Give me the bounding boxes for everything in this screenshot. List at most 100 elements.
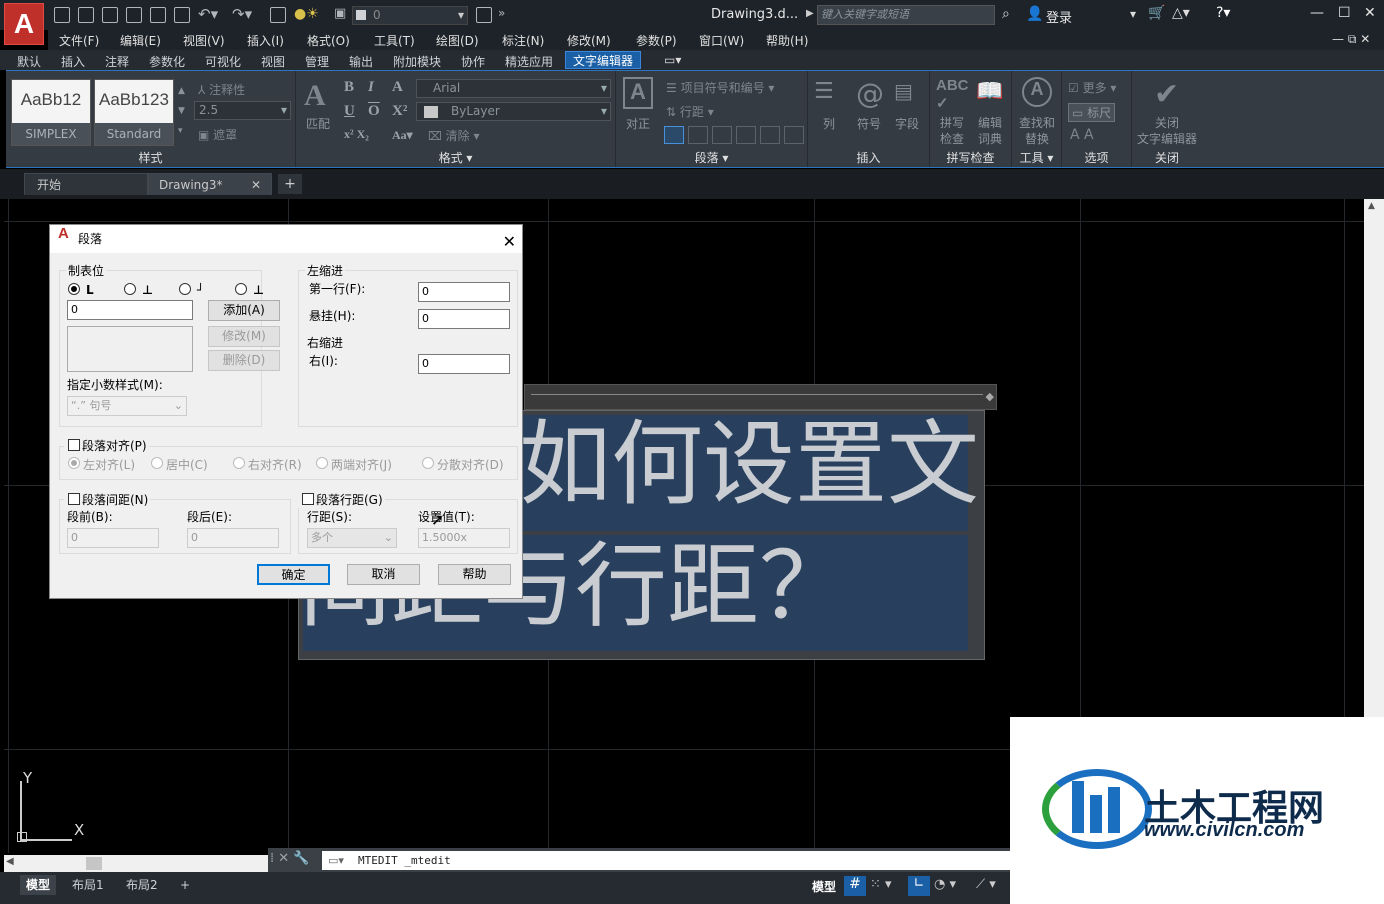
undo-icon[interactable]: ↶▾ <box>198 5 218 23</box>
tab-annotate[interactable]: 注释 <box>105 53 129 70</box>
delete-tab-button[interactable]: 删除(D) <box>208 350 280 371</box>
scroll-up-icon[interactable]: ▲ <box>1368 201 1375 211</box>
after-input[interactable]: 0 <box>187 528 279 548</box>
open-icon[interactable] <box>54 7 70 23</box>
align-distribute-icon[interactable] <box>760 126 780 144</box>
save-icon[interactable] <box>78 7 94 23</box>
tab-manage[interactable]: 管理 <box>305 53 329 70</box>
tab-parametric[interactable]: 参数化 <box>149 53 185 70</box>
layout-tab-model[interactable]: 模型 <box>20 875 57 895</box>
app-menu-button[interactable]: A <box>4 3 44 45</box>
login-dropdown-icon[interactable]: ▾ <box>1130 7 1136 21</box>
lock-icon[interactable]: ▣ <box>334 6 346 21</box>
line-spacing-button[interactable]: ⇅ 行距 ▾ <box>666 103 714 120</box>
spacing-checkbox[interactable] <box>68 493 80 505</box>
menu-tools[interactable]: 工具(T) <box>374 32 415 49</box>
minimize-icon[interactable]: — <box>1310 5 1324 21</box>
bold-icon[interactable]: B <box>344 79 354 96</box>
maximize-icon[interactable]: ☐ <box>1338 5 1351 21</box>
superscript-icon[interactable]: X² <box>392 103 407 120</box>
tab-position-input[interactable]: 0 <box>67 300 193 320</box>
redo-icon[interactable]: ↷▾ <box>232 5 252 23</box>
decimal-style-select[interactable]: “.” 句号 ⌄ <box>67 396 187 416</box>
tab-visualize[interactable]: 可视化 <box>205 53 241 70</box>
align-justify-radio[interactable] <box>316 457 328 469</box>
binoculars-icon[interactable]: ⌕ <box>1002 6 1010 22</box>
tab-start[interactable]: 开始 <box>24 173 148 195</box>
tools-panel-title[interactable]: 工具 ▾ <box>1012 150 1061 166</box>
export-icon[interactable] <box>150 7 166 23</box>
tab-addins[interactable]: 附加模块 <box>393 53 441 70</box>
first-line-input[interactable]: 0 <box>418 282 510 302</box>
right-indent-input[interactable]: 0 <box>418 354 510 374</box>
horizontal-scrollbar[interactable]: ◀ <box>4 855 268 872</box>
menu-parametric[interactable]: 参数(P) <box>636 32 677 49</box>
underline-icon[interactable]: U <box>344 103 355 120</box>
tab-text-editor[interactable]: 文字编辑器 <box>565 51 642 69</box>
menu-help[interactable]: 帮助(H) <box>766 32 808 49</box>
columns-icon[interactable]: ☰ <box>814 79 844 111</box>
tab-list[interactable] <box>67 326 193 372</box>
command-grip-icon[interactable]: ⁞ ✕ 🔧 <box>270 851 309 866</box>
menu-insert[interactable]: 插入(I) <box>247 32 284 49</box>
snap-icon[interactable]: ⁙ ▾ <box>870 877 892 892</box>
tab-right-radio[interactable] <box>179 283 191 295</box>
add-tab-button[interactable]: 添加(A) <box>208 300 280 321</box>
layout-tab-2[interactable]: 布局2 <box>120 875 164 895</box>
style-standard[interactable]: AaBb123 Standard <box>94 79 174 146</box>
spell-check-icon[interactable]: ABC ✓ <box>936 77 969 112</box>
italic-icon[interactable]: I <box>368 79 374 96</box>
ruler-handle-icon[interactable]: ◆ <box>986 390 994 403</box>
layer-properties-icon[interactable] <box>476 7 492 23</box>
align-left-icon[interactable] <box>664 126 684 144</box>
tab-collaborate[interactable]: 协作 <box>461 53 485 70</box>
add-layout-icon[interactable]: + <box>174 875 196 895</box>
at-input[interactable]: 1.5000x <box>418 528 510 548</box>
font-combo[interactable]: Arial <box>416 79 611 98</box>
isodraft-icon[interactable]: ⟋ ▾ <box>976 877 996 892</box>
dialog-titlebar[interactable]: A 段落 ✕ <box>50 225 522 253</box>
tab-drawing3[interactable]: Drawing3* ✕ <box>148 173 272 195</box>
spell-panel-title[interactable]: 拼写检查 <box>930 150 1011 166</box>
scroll-thumb[interactable] <box>86 857 102 870</box>
align-left-radio[interactable] <box>68 457 80 469</box>
align-right-radio[interactable] <box>233 457 245 469</box>
text-height-combo[interactable]: 2.5 <box>194 101 291 120</box>
align-justify-icon[interactable] <box>736 126 756 144</box>
strike-icon[interactable]: A <box>392 79 403 96</box>
menu-dimension[interactable]: 标注(N) <box>502 32 544 49</box>
tab-decimal-radio[interactable] <box>235 283 247 295</box>
tab-close-icon[interactable]: ✕ <box>251 174 261 196</box>
menu-file[interactable]: 文件(F) <box>59 32 99 49</box>
bulb-icon[interactable]: ●☀ <box>294 6 319 22</box>
line-spacing-type-select[interactable]: 多个 ⌄ <box>307 528 397 548</box>
tab-output[interactable]: 输出 <box>349 53 373 70</box>
align-center-radio[interactable] <box>151 457 163 469</box>
help-icon[interactable]: ?▾ <box>1216 5 1230 21</box>
case-icon[interactable]: Aa▾ <box>392 128 413 143</box>
mtext-ruler[interactable]: ◆ <box>524 384 997 410</box>
edit-dictionary-icon[interactable]: 📖 <box>976 79 1003 104</box>
mask-button[interactable]: ▣ 遮罩 <box>198 126 237 143</box>
menu-format[interactable]: 格式(O) <box>307 32 350 49</box>
tab-view[interactable]: 视图 <box>261 53 285 70</box>
overline-icon[interactable]: O <box>368 103 380 120</box>
tab-default[interactable]: 默认 <box>17 53 41 70</box>
grid-icon[interactable]: # <box>844 876 866 896</box>
a360-icon[interactable]: △▾ <box>1172 5 1190 21</box>
bullets-button[interactable]: ☰ 项目符号和编号 ▾ <box>666 79 774 96</box>
tab-insert[interactable]: 插入 <box>61 53 85 70</box>
menu-window[interactable]: 窗口(W) <box>699 32 744 49</box>
save-as-icon[interactable] <box>102 7 118 23</box>
tab-left-radio[interactable] <box>68 283 80 295</box>
tab-center-radio[interactable] <box>124 283 136 295</box>
modify-tab-button[interactable]: 修改(M) <box>208 326 280 347</box>
annotative-button[interactable]: ⅄ 注释性 <box>198 81 245 98</box>
clear-button[interactable]: ⌧ 清除 ▾ <box>428 127 480 144</box>
symbol-icon[interactable]: @ <box>856 77 884 110</box>
hanging-input[interactable]: 0 <box>418 309 510 329</box>
more-button[interactable]: ☑ 更多 ▾ <box>1068 79 1116 96</box>
close-window-icon[interactable]: ✕ <box>1364 5 1376 21</box>
align-center-icon[interactable] <box>688 126 708 144</box>
ruler-toggle[interactable]: ▭ 标尺 <box>1068 103 1116 122</box>
